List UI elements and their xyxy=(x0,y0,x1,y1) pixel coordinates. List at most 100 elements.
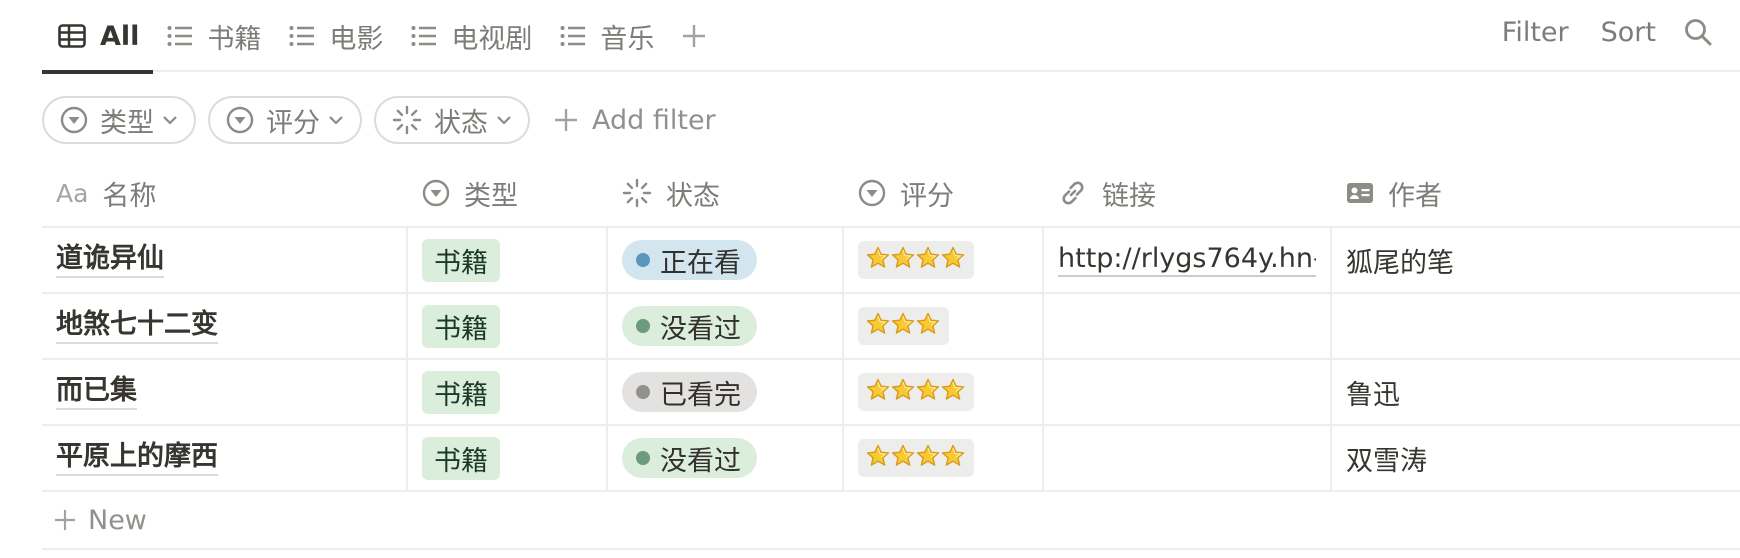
cell-link[interactable] xyxy=(1044,294,1332,358)
status-dot-icon xyxy=(636,451,650,465)
person-card-icon xyxy=(1347,183,1373,203)
view-actions: Filter Sort xyxy=(1470,0,1712,64)
cell-link[interactable] xyxy=(1044,426,1332,490)
column-header-rating[interactable]: 评分 xyxy=(844,160,1044,226)
status-label: 正在看 xyxy=(660,247,741,279)
view-tabs-bar: All 书籍 电影 电视剧 音乐 Filter Sort xyxy=(42,0,1740,74)
tab-tv-series[interactable]: 电视剧 xyxy=(397,0,546,72)
database-table: Aa 名称 类型 状态 评分 链接 作者 道诡异仙 书籍 正在看 http://… xyxy=(42,160,1740,550)
filter-chip-label: 状态 xyxy=(434,107,488,139)
select-icon xyxy=(422,179,450,207)
table-row[interactable]: 道诡异仙 书籍 正在看 http://rlygs764y.hn-b 狐尾的笔 xyxy=(42,228,1740,294)
status-label: 已看完 xyxy=(660,379,741,411)
chevron-down-icon xyxy=(163,116,177,125)
column-header-label: 类型 xyxy=(464,180,518,212)
cell-type[interactable]: 书籍 xyxy=(408,360,608,424)
status-dot-icon xyxy=(636,319,650,333)
column-header-label: 链接 xyxy=(1102,180,1156,212)
add-filter-button[interactable]: Add filter xyxy=(554,105,716,136)
sort-button[interactable]: Sort xyxy=(1601,17,1656,48)
cell-rating[interactable] xyxy=(844,360,1044,424)
cell-type[interactable]: 书籍 xyxy=(408,228,608,292)
tab-books[interactable]: 书籍 xyxy=(153,0,275,72)
filter-button[interactable]: Filter xyxy=(1502,17,1569,48)
rating-tag xyxy=(858,241,974,279)
star-icon xyxy=(866,444,890,472)
author-text: 双雪涛 xyxy=(1346,445,1427,477)
row-title[interactable]: 而已集 xyxy=(56,374,137,410)
cell-author[interactable] xyxy=(1332,294,1740,358)
row-title[interactable]: 地煞七十二变 xyxy=(56,308,218,344)
select-icon xyxy=(858,179,886,207)
column-header-label: 名称 xyxy=(102,180,157,212)
cell-status[interactable]: 已看完 xyxy=(608,360,844,424)
cell-link[interactable] xyxy=(1044,360,1332,424)
cell-rating[interactable] xyxy=(844,426,1044,490)
list-icon xyxy=(167,26,193,46)
cell-type[interactable]: 书籍 xyxy=(408,426,608,490)
cell-author[interactable]: 鲁迅 xyxy=(1332,360,1740,424)
column-header-type[interactable]: 类型 xyxy=(408,160,608,226)
type-tag: 书籍 xyxy=(422,370,500,414)
filter-chip-rating[interactable]: 评分 xyxy=(208,96,362,144)
filter-chip-status[interactable]: 状态 xyxy=(374,96,530,144)
select-icon xyxy=(60,106,88,134)
table-row[interactable]: 平原上的摩西 书籍 没看过 双雪涛 xyxy=(42,426,1740,492)
tab-music[interactable]: 音乐 xyxy=(546,0,668,72)
star-icon xyxy=(891,444,915,472)
star-icon xyxy=(916,444,940,472)
star-icon xyxy=(941,444,965,472)
tab-label: 音乐 xyxy=(600,23,655,55)
cell-link[interactable]: http://rlygs764y.hn-b xyxy=(1044,228,1332,292)
table-body: 道诡异仙 书籍 正在看 http://rlygs764y.hn-b 狐尾的笔 地煞七十二变… xyxy=(42,228,1740,492)
add-view-button[interactable] xyxy=(668,0,706,72)
chevron-down-icon xyxy=(497,116,511,125)
rating-tag xyxy=(858,307,949,345)
link-icon xyxy=(1062,181,1084,205)
cell-name[interactable]: 道诡异仙 xyxy=(42,228,408,292)
search-button[interactable] xyxy=(1684,18,1712,46)
star-icon xyxy=(916,246,940,274)
column-header-status[interactable]: 状态 xyxy=(608,160,844,226)
add-filter-label: Add filter xyxy=(592,104,716,136)
status-icon xyxy=(392,105,422,135)
link-url[interactable]: http://rlygs764y.hn-b xyxy=(1058,243,1316,277)
star-icon xyxy=(866,312,890,340)
cell-name[interactable]: 地煞七十二变 xyxy=(42,294,408,358)
status-badge: 正在看 xyxy=(622,240,757,280)
row-title[interactable]: 平原上的摩西 xyxy=(56,440,218,476)
tab-all[interactable]: All xyxy=(42,0,154,74)
column-header-name[interactable]: Aa 名称 xyxy=(42,160,408,226)
tab-movies[interactable]: 电影 xyxy=(275,0,397,72)
filter-chip-type[interactable]: 类型 xyxy=(42,96,196,144)
status-badge: 已看完 xyxy=(622,372,757,412)
cell-type[interactable]: 书籍 xyxy=(408,294,608,358)
list-icon xyxy=(560,26,586,46)
cell-rating[interactable] xyxy=(844,228,1044,292)
filter-bar: 类型 评分 状态 Add filter xyxy=(42,96,716,144)
type-tag: 书籍 xyxy=(422,238,500,282)
cell-status[interactable]: 没看过 xyxy=(608,294,844,358)
column-header-link[interactable]: 链接 xyxy=(1044,160,1332,226)
type-tag: 书籍 xyxy=(422,304,500,348)
cell-name[interactable]: 而已集 xyxy=(42,360,408,424)
status-icon xyxy=(622,178,652,208)
status-badge: 没看过 xyxy=(622,438,757,478)
table-row[interactable]: 地煞七十二变 书籍 没看过 xyxy=(42,294,1740,360)
table-row[interactable]: 而已集 书籍 已看完 鲁迅 xyxy=(42,360,1740,426)
row-title[interactable]: 道诡异仙 xyxy=(56,242,164,278)
cell-status[interactable]: 没看过 xyxy=(608,426,844,490)
new-row-button[interactable]: New xyxy=(42,492,1740,550)
cell-author[interactable]: 双雪涛 xyxy=(1332,426,1740,490)
cell-author[interactable]: 狐尾的笔 xyxy=(1332,228,1740,292)
cell-rating[interactable] xyxy=(844,294,1044,358)
cell-name[interactable]: 平原上的摩西 xyxy=(42,426,408,490)
filter-chip-label: 评分 xyxy=(266,107,320,139)
rating-tag xyxy=(858,373,974,411)
chevron-down-icon xyxy=(329,116,343,125)
select-icon xyxy=(226,106,254,134)
column-header-author[interactable]: 作者 xyxy=(1332,160,1740,226)
status-badge: 没看过 xyxy=(622,306,757,346)
plus-icon xyxy=(54,509,76,531)
cell-status[interactable]: 正在看 xyxy=(608,228,844,292)
